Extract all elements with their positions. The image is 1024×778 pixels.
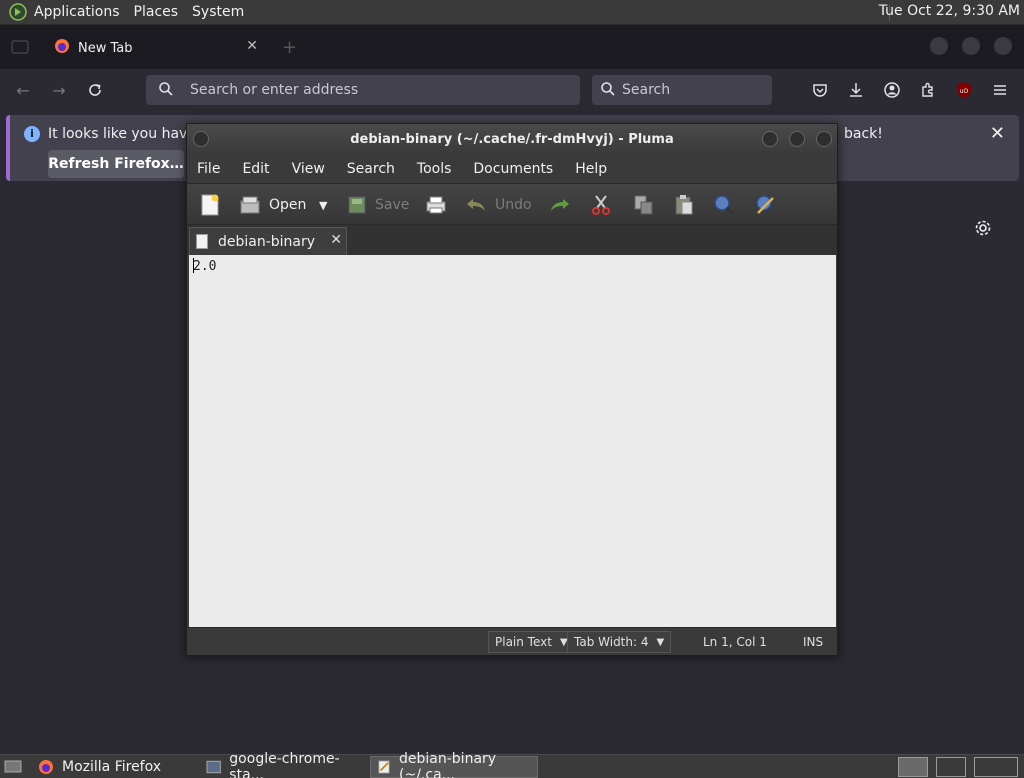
firefox-logo-icon xyxy=(54,38,70,58)
menu-search[interactable]: Search xyxy=(347,161,395,177)
text-editor-icon xyxy=(378,760,390,774)
close-document-icon[interactable]: ✕ xyxy=(330,232,342,248)
menu-help[interactable]: Help xyxy=(575,161,607,177)
minimize-button[interactable] xyxy=(930,37,948,55)
undo-button[interactable]: Undo xyxy=(465,193,532,217)
pluma-toolbar: Open ▼ Save Undo xyxy=(187,183,837,225)
find-icon[interactable] xyxy=(713,193,735,217)
search-icon xyxy=(158,81,174,101)
pluma-statusbar: Plain Text ▼ Tab Width: 4 ▼ Ln 1, Col 1 IN… xyxy=(187,627,837,655)
search-icon xyxy=(600,81,616,101)
workspace-2[interactable] xyxy=(936,757,966,777)
menu-view[interactable]: View xyxy=(292,161,325,177)
task-label: debian-binary (~/.ca... xyxy=(399,751,497,778)
url-input[interactable]: Search or enter address xyxy=(146,75,580,105)
ublock-origin-icon[interactable]: uO xyxy=(954,80,974,100)
info-icon: i xyxy=(24,126,40,142)
forward-icon[interactable]: → xyxy=(48,79,70,101)
open-label: Open xyxy=(269,197,307,213)
syntax-mode-label: Plain Text xyxy=(495,635,552,649)
insert-mode: INS xyxy=(803,635,824,649)
tab-width-label: Tab Width: 4 xyxy=(574,635,649,649)
firefox-navbar: ← → Search or enter address Search uO xyxy=(0,69,1024,111)
search-input[interactable]: Search xyxy=(592,75,772,105)
firefox-logo-icon xyxy=(39,760,53,774)
cut-icon[interactable] xyxy=(591,193,611,217)
minimize-button[interactable] xyxy=(762,131,778,147)
search-placeholder: Search xyxy=(622,82,671,98)
tab-width-dropdown[interactable]: Tab Width: 4 ▼ xyxy=(567,631,672,653)
tab-list-icon[interactable] xyxy=(10,37,30,57)
applications-menu[interactable]: Applications xyxy=(34,4,120,20)
gear-icon[interactable] xyxy=(972,217,994,239)
notification-message-tail: back! xyxy=(844,126,883,142)
close-window-button[interactable] xyxy=(994,37,1012,55)
mate-logo-icon[interactable] xyxy=(8,2,28,22)
task-label: Mozilla Firefox xyxy=(62,759,162,775)
copy-icon[interactable] xyxy=(633,193,655,217)
save-label: Save xyxy=(375,197,410,213)
extensions-icon[interactable] xyxy=(918,80,938,100)
menu-documents[interactable]: Documents xyxy=(473,161,553,177)
pluma-titlebar[interactable]: debian-binary (~/.cache/.fr-dmHvyj) - Pl… xyxy=(187,124,837,154)
terminal-icon xyxy=(206,760,221,774)
clock[interactable]: Tue Oct 22, 9:30 AM xyxy=(879,3,1020,19)
close-tab-icon[interactable]: ✕ xyxy=(246,38,258,54)
text-document-icon xyxy=(196,234,208,249)
firefox-tabbar: New Tab ✕ + xyxy=(0,25,1024,69)
pluma-tabbar: debian-binary ✕ xyxy=(187,225,837,255)
menu-tools[interactable]: Tools xyxy=(417,161,452,177)
task-pluma[interactable]: debian-binary (~/.ca... xyxy=(370,751,538,778)
workspace-3[interactable] xyxy=(974,757,1018,777)
redo-icon[interactable] xyxy=(549,193,571,217)
system-menu[interactable]: System xyxy=(192,4,244,20)
close-window-button[interactable] xyxy=(816,131,832,147)
dropdown-arrow-icon: ▼ xyxy=(656,636,665,648)
editor-content: 2.0 xyxy=(193,259,217,274)
menu-file[interactable]: File xyxy=(197,161,220,177)
tab-new-tab[interactable]: New Tab ✕ xyxy=(44,33,266,63)
pluma-window: debian-binary (~/.cache/.fr-dmHvyj) - Pl… xyxy=(186,123,838,655)
menu-edit[interactable]: Edit xyxy=(242,161,269,177)
back-icon[interactable]: ← xyxy=(12,79,34,101)
print-icon[interactable] xyxy=(425,193,447,217)
reload-icon[interactable] xyxy=(84,79,106,101)
window-menu-button[interactable] xyxy=(193,131,209,147)
document-tab-label: debian-binary xyxy=(218,233,316,250)
cursor-position: Ln 1, Col 1 xyxy=(703,635,767,649)
tab-title: New Tab xyxy=(78,40,133,56)
svg-text:uO: uO xyxy=(960,88,969,95)
paste-icon[interactable] xyxy=(673,193,695,217)
maximize-button[interactable] xyxy=(789,131,805,147)
workspace-1[interactable] xyxy=(898,757,928,777)
hamburger-menu-icon[interactable] xyxy=(990,80,1010,100)
places-menu[interactable]: Places xyxy=(134,4,179,20)
open-recent-dropdown-icon[interactable]: ▼ xyxy=(319,193,327,217)
task-firefox[interactable]: Mozilla Firefox xyxy=(32,756,200,778)
undo-label: Undo xyxy=(495,197,532,213)
new-tab-icon[interactable]: + xyxy=(282,37,297,58)
close-notification-icon[interactable]: ✕ xyxy=(990,123,1005,144)
task-terminal[interactable]: google-chrome-sta... xyxy=(200,751,368,778)
refresh-firefox-button[interactable]: Refresh Firefox… xyxy=(48,150,184,178)
pocket-icon[interactable] xyxy=(810,80,830,100)
maximize-button[interactable] xyxy=(962,37,980,55)
window-title: debian-binary (~/.cache/.fr-dmHvyj) - Pl… xyxy=(350,131,674,147)
open-button[interactable]: Open xyxy=(239,193,306,217)
text-editor-area[interactable]: 2.0 xyxy=(189,255,836,627)
save-button[interactable]: Save xyxy=(347,193,409,217)
show-desktop-icon[interactable] xyxy=(4,759,22,778)
top-panel: Applications Places System Tue Oct 22, 9… xyxy=(0,0,1024,25)
downloads-icon[interactable] xyxy=(846,80,866,100)
account-icon[interactable] xyxy=(882,80,902,100)
task-label: google-chrome-sta... xyxy=(229,751,340,778)
bottom-panel: Mozilla Firefox google-chrome-sta... deb… xyxy=(0,751,1024,778)
window-controls xyxy=(930,37,1012,55)
pluma-menubar: File Edit View Search Tools Documents He… xyxy=(187,154,837,183)
tab-debian-binary[interactable]: debian-binary ✕ xyxy=(189,227,347,255)
syntax-mode-dropdown[interactable]: Plain Text ▼ xyxy=(488,631,575,653)
find-replace-icon[interactable] xyxy=(755,193,777,217)
new-document-button[interactable] xyxy=(199,193,221,217)
url-placeholder: Search or enter address xyxy=(190,82,359,98)
